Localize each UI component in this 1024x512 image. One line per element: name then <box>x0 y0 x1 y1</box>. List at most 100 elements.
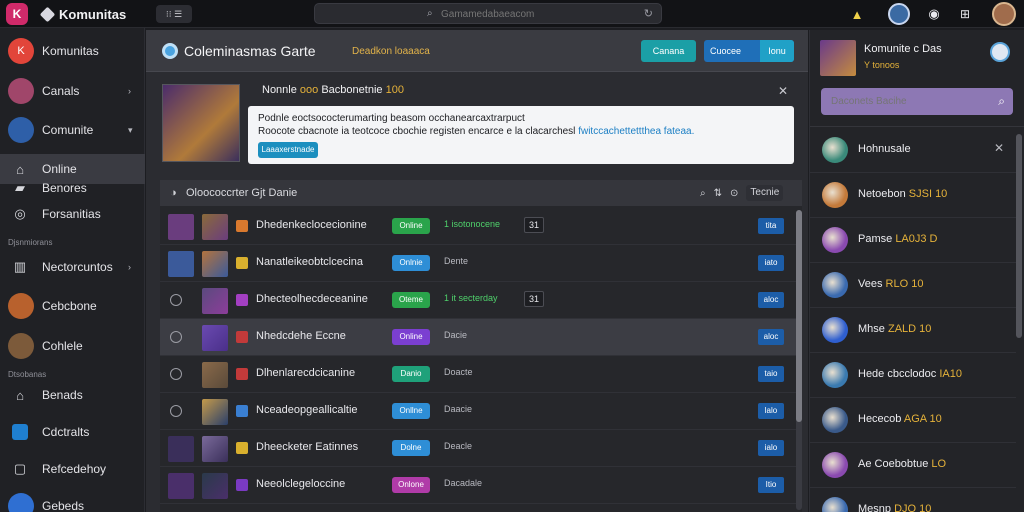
member-list-item[interactable]: Ae Coebobtue LO <box>810 443 1016 488</box>
top-search-input[interactable] <box>441 7 641 21</box>
community-subtitle: Y tonoos <box>864 60 900 70</box>
member-list-scrollbar[interactable] <box>1016 134 1022 338</box>
row-name: Dhedenkeclocecionine <box>256 219 367 231</box>
row-code-button[interactable]: aloc <box>758 292 784 308</box>
sidebar-item-cdctralts[interactable]: Cdctralts <box>0 417 145 447</box>
sidebar-item-benores[interactable]: ▰ Benores <box>0 176 145 200</box>
members-table: ◑ Oloococcrter Gjt Danie ⌕ ⇅ ⊙ Tecnie Dh… <box>160 180 802 512</box>
table-row[interactable]: Nhedcdehe Eccne Online Dacie aloc <box>160 319 796 356</box>
sidebar-item-benads[interactable]: ⌂ Benads <box>0 380 145 410</box>
description-link[interactable]: fwitccachettettthea fateaa. <box>578 126 694 137</box>
search-icon[interactable]: ⌕ <box>700 188 706 199</box>
sidebar-item-cohlele[interactable]: Cohlele <box>0 331 145 361</box>
row-code-button[interactable]: ialo <box>758 440 784 456</box>
sidebar-item-label: Canals <box>42 84 80 98</box>
sidebar-item-refcedehoy[interactable]: ▢ Refcedehoy <box>0 454 145 484</box>
members-search-input[interactable] <box>831 94 981 108</box>
sidebar-item-canals[interactable]: Canals › <box>0 76 145 106</box>
sidebar-item-forsanitias[interactable]: ◎ Forsanitias <box>0 202 145 226</box>
member-avatar <box>822 407 848 433</box>
member-list-item[interactable]: Mesnp DJO 10 <box>810 488 1016 512</box>
sidebar-item-nectorcuntos[interactable]: ▥ Nectorcuntos › <box>0 252 145 282</box>
row-code-button[interactable]: iato <box>758 255 784 271</box>
member-list-item[interactable]: Vees RLO 10 <box>810 263 1016 308</box>
member-tag: IA10 <box>939 368 962 380</box>
table-tools: ⌕ ⇅ ⊙ Tecnie <box>700 185 790 201</box>
row-code-button[interactable]: tita <box>758 218 784 234</box>
table-icon: ◑ <box>170 187 177 199</box>
sidebar-item-cebcbone[interactable]: Cebcbone <box>0 291 145 321</box>
featured-action-button[interactable]: Laaaxerstnade <box>258 142 318 158</box>
sort-icon[interactable]: ⇅ <box>714 188 722 199</box>
primary-button[interactable]: Canana <box>641 40 696 62</box>
gear-icon[interactable] <box>162 43 178 59</box>
member-list-item[interactable]: Hede cbcclodoc IA10 <box>810 353 1016 398</box>
member-avatar <box>822 362 848 388</box>
featured-thumbnail[interactable] <box>162 84 240 162</box>
bell-icon[interactable]: ▲ <box>848 5 866 23</box>
featured-title-text: Nonnle <box>262 84 297 96</box>
member-tag: AGA 10 <box>903 413 942 425</box>
row-code-button[interactable]: taio <box>758 366 784 382</box>
description-line-2-text: Roocote cbacnote ia teotcoce cbochie reg… <box>258 126 576 137</box>
chevron-right-icon: › <box>128 86 131 96</box>
table-row[interactable]: Dhecteolhecdeceanine Oteme 1 it secterday 3… <box>160 282 796 319</box>
menu-pill-button[interactable]: ⁝⁝ ☰ <box>156 5 192 23</box>
member-list-item[interactable]: Hececob AGA 10 <box>810 398 1016 443</box>
row-thumbnail <box>168 436 194 462</box>
table-row[interactable]: Dlhenlarecdcicanine Danio Doacte taio <box>160 356 796 393</box>
row-radio[interactable] <box>170 368 182 380</box>
row-radio[interactable] <box>170 294 182 306</box>
app-logo[interactable]: K <box>6 3 28 25</box>
badge-icon[interactable] <box>990 42 1010 62</box>
refresh-icon[interactable]: ↻ <box>644 7 653 20</box>
notification-icon[interactable]: ◉ <box>925 5 943 23</box>
featured-tag-2: 100 <box>385 84 404 96</box>
row-badge-icon <box>236 331 248 343</box>
secondary-button[interactable]: Cuocee Ionu <box>704 40 794 62</box>
sidebar-item-komunitas[interactable]: K Komunitas <box>0 36 145 66</box>
gamepad-icon[interactable]: ⊞ <box>956 5 974 23</box>
table-header: ◑ Oloococcrter Gjt Danie ⌕ ⇅ ⊙ Tecnie <box>160 180 802 206</box>
member-list-item[interactable]: Hohnusale ✕ <box>810 128 1016 173</box>
table-tool-button[interactable]: Tecnie <box>746 185 784 201</box>
top-bar: K Komunitas ⁝⁝ ☰ ⌕ ↻ ▲ ◉ ⊞ <box>0 0 1024 28</box>
members-search-bar[interactable]: ⌕ <box>821 88 1013 115</box>
sidebar-item-label: Cdctralts <box>42 425 90 439</box>
row-activity: 1 isotonocene <box>444 219 501 229</box>
table-row[interactable]: Nanatleikeobtclcecina Onlnie Dente iato <box>160 245 796 282</box>
community-avatar[interactable] <box>820 40 856 76</box>
row-badge-icon <box>236 479 248 491</box>
secondary-button-segment[interactable]: Ionu <box>760 40 794 62</box>
search-icon[interactable]: ⌕ <box>998 94 1005 109</box>
close-icon[interactable]: ✕ <box>994 141 1004 155</box>
top-search-bar[interactable]: ⌕ ↻ <box>314 3 662 24</box>
status-badge: Online <box>392 329 430 345</box>
row-code-button[interactable]: lalo <box>758 403 784 419</box>
row-code-button[interactable]: Itio <box>758 477 784 493</box>
sidebar-item-comunite[interactable]: Comunite ▾ <box>0 115 145 145</box>
row-avatar <box>202 362 228 388</box>
row-code-button[interactable]: aloc <box>758 329 784 345</box>
table-row[interactable]: Neeolclegeloccine Onlone Dacadale Itio <box>160 467 796 504</box>
close-icon[interactable]: ✕ <box>778 84 788 98</box>
member-list-item[interactable]: Netoebon SJSI 10 <box>810 173 1016 218</box>
table-row[interactable]: Dhedenkeclocecionine Online 1 isotonocene 3… <box>160 208 796 245</box>
sidebar-item-label: Forsanitias <box>42 207 101 221</box>
status-badge: Onlone <box>392 477 430 493</box>
table-scrollbar[interactable] <box>796 210 802 510</box>
table-row[interactable]: Dheecketer Eatinnes Dolne Deacle ialo <box>160 430 796 467</box>
user-avatar[interactable] <box>888 3 910 25</box>
brand-title[interactable]: Komunitas <box>39 6 126 23</box>
scrollbar-thumb[interactable] <box>796 210 802 422</box>
toggle-icon[interactable]: ⊙ <box>730 188 738 199</box>
profile-avatar[interactable] <box>992 2 1016 26</box>
row-badge-icon <box>236 220 248 232</box>
member-list-item[interactable]: Pamse LA0J3 D <box>810 218 1016 263</box>
row-radio[interactable] <box>170 331 182 343</box>
member-list-item[interactable]: Mhse ZALD 10 <box>810 308 1016 353</box>
sidebar-item-gebeds[interactable]: Gebeds <box>0 491 145 512</box>
row-avatar <box>202 473 228 499</box>
row-radio[interactable] <box>170 405 182 417</box>
table-row[interactable]: Nceadeopgeallicaltie Onllne Daacie lalo <box>160 393 796 430</box>
